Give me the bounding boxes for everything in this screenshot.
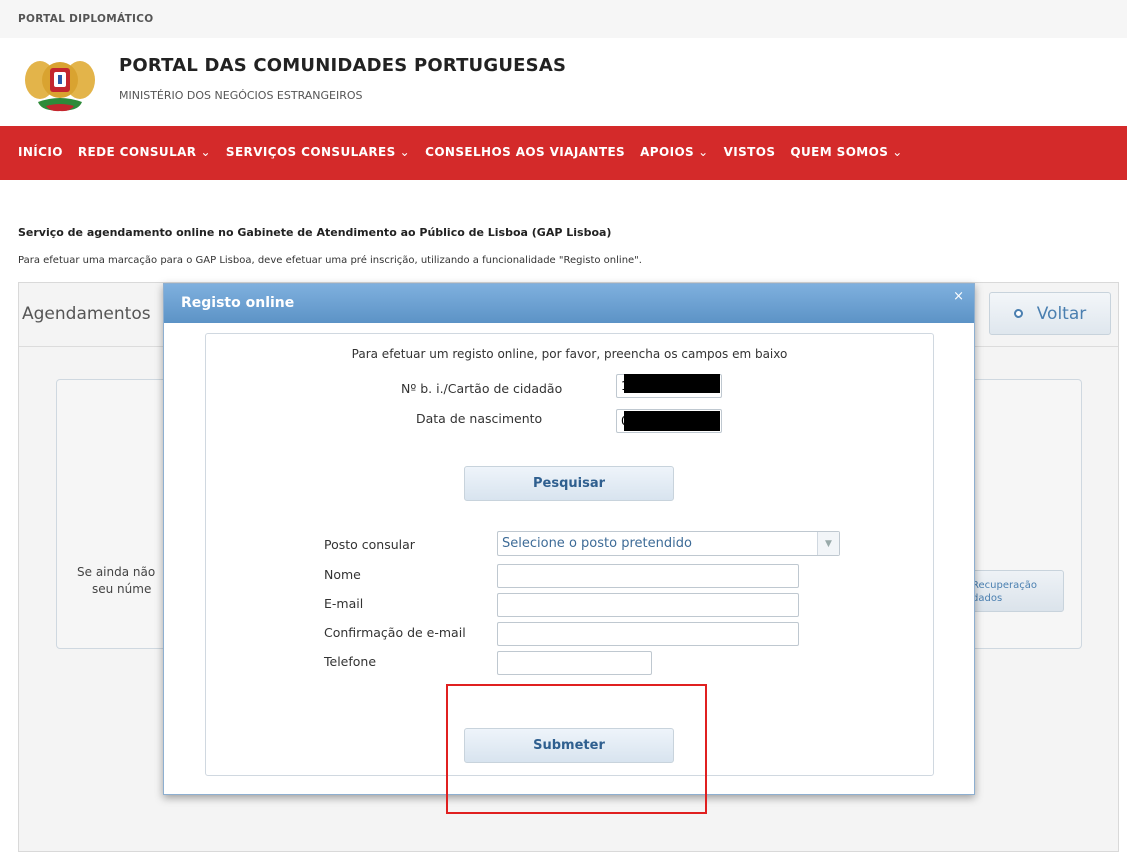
- inner-text-line-2: seu núme: [92, 582, 152, 596]
- email-confirm-label: Confirmação de e-mail: [324, 625, 466, 640]
- nav-item-vistos[interactable]: VISTOS: [724, 145, 776, 159]
- name-label: Nome: [324, 567, 361, 582]
- page-heading: Serviço de agendamento online no Gabinet…: [18, 226, 612, 239]
- birth-date-label: Data de nascimento: [416, 411, 543, 426]
- submit-button[interactable]: Submeter: [464, 728, 674, 763]
- redaction-block: [624, 374, 720, 393]
- nav-item-rede-consular[interactable]: REDE CONSULAR ⌄: [78, 145, 211, 159]
- page-description: Para efetuar uma marcação para o GAP Lis…: [18, 255, 642, 266]
- portal-diplomatico-label: PORTAL DIPLOMÁTICO: [18, 13, 154, 25]
- dialog-header: Registo online ×: [164, 284, 974, 323]
- main-navbar: INÍCIO REDE CONSULAR ⌄ SERVIÇOS CONSULARE…: [0, 126, 1127, 180]
- dialog-form: Para efetuar um registo online, por favo…: [205, 333, 934, 776]
- top-bar: PORTAL DIPLOMÁTICO: [0, 0, 1127, 38]
- id-number-label: Nº b. i./Cartão de cidadão: [401, 381, 563, 396]
- phone-input[interactable]: [497, 651, 652, 675]
- circle-icon: [1013, 309, 1023, 318]
- search-button[interactable]: Pesquisar: [464, 466, 674, 501]
- nav-item-apoios[interactable]: APOIOS ⌄: [640, 145, 708, 159]
- chevron-down-icon[interactable]: ▼: [817, 532, 839, 555]
- nav-item-inicio[interactable]: INÍCIO: [18, 145, 63, 159]
- back-button[interactable]: Voltar: [989, 292, 1111, 335]
- nav-item-quem-somos[interactable]: QUEM SOMOS ⌄: [790, 145, 902, 159]
- inner-text-line-1: Se ainda não: [77, 565, 156, 579]
- chevron-down-icon: ⌄: [200, 145, 211, 159]
- coat-of-arms-icon[interactable]: [18, 50, 102, 118]
- back-button-label: Voltar: [1036, 303, 1087, 324]
- email-input[interactable]: [497, 593, 799, 617]
- consular-post-label: Posto consular: [324, 537, 415, 552]
- dialog-title: Registo online: [181, 295, 295, 311]
- recovery-button[interactable]: Recuperação dados: [965, 570, 1064, 612]
- close-icon[interactable]: ×: [953, 289, 964, 304]
- consular-post-select[interactable]: Selecione o posto pretendido ▼: [497, 531, 840, 556]
- nav-item-servicos-consulares[interactable]: SERVIÇOS CONSULARES ⌄: [226, 145, 410, 159]
- chevron-down-icon: ⌄: [892, 145, 903, 159]
- registo-online-dialog: Registo online × Para efetuar um registo…: [163, 283, 975, 795]
- recovery-button-label-1: Recuperação: [972, 580, 1037, 591]
- panel-title: Agendamentos: [22, 304, 151, 324]
- name-input[interactable]: [497, 564, 799, 588]
- chevron-down-icon: ⌄: [698, 145, 709, 159]
- nav-item-conselhos-aos-viajantes[interactable]: CONSELHOS AOS VIAJANTES: [425, 145, 625, 159]
- portal-subtitle: MINISTÉRIO DOS NEGÓCIOS ESTRANGEIROS: [119, 89, 363, 102]
- email-confirm-input[interactable]: [497, 622, 799, 646]
- recovery-button-label-2: dados: [972, 593, 1003, 604]
- phone-label: Telefone: [324, 654, 377, 669]
- dialog-instruction: Para efetuar um registo online, por favo…: [351, 347, 788, 361]
- portal-title[interactable]: PORTAL DAS COMUNIDADES PORTUGUESAS: [119, 55, 566, 76]
- consular-post-selected: Selecione o posto pretendido: [502, 536, 692, 551]
- chevron-down-icon: ⌄: [399, 145, 411, 159]
- redaction-block: [624, 411, 720, 431]
- email-label: E-mail: [324, 596, 364, 611]
